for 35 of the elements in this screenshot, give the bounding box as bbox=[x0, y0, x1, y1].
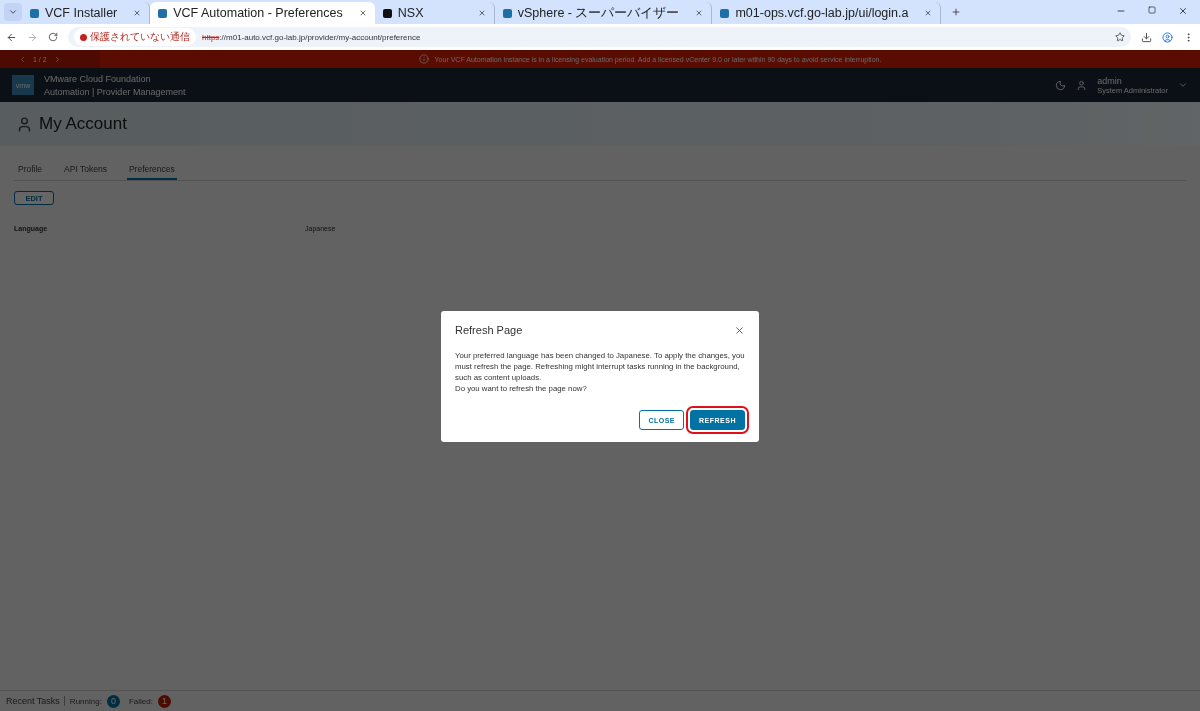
security-chip[interactable]: 保護されていない通信 bbox=[74, 28, 196, 46]
moon-icon[interactable] bbox=[1055, 79, 1067, 91]
page-tab[interactable]: API Tokens bbox=[62, 162, 109, 180]
dialog-title: Refresh Page bbox=[455, 324, 523, 336]
info-icon bbox=[418, 54, 429, 64]
user-name[interactable]: admin bbox=[1097, 75, 1168, 86]
close-icon[interactable] bbox=[924, 9, 933, 17]
chevron-down-icon[interactable] bbox=[8, 7, 18, 17]
address-bar[interactable]: 保護されていない通信 https://m01-auto.vcf.go-lab.jp/provider/my-account/preference bbox=[68, 27, 1131, 47]
back-icon[interactable] bbox=[6, 31, 17, 43]
failed-count[interactable]: 1 bbox=[157, 694, 171, 708]
page-tab[interactable]: Profile bbox=[16, 162, 45, 180]
page-tab[interactable]: Preferences bbox=[126, 162, 177, 180]
close-icon[interactable] bbox=[133, 9, 142, 17]
caret-icon[interactable] bbox=[1178, 80, 1188, 90]
product-title: VMware Cloud Foundation bbox=[44, 73, 152, 84]
bookmark-star-icon[interactable] bbox=[1115, 32, 1125, 42]
reload-icon[interactable] bbox=[48, 32, 58, 42]
product-subtitle: Automation | Provider Management bbox=[44, 86, 186, 97]
running-count[interactable]: 0 bbox=[106, 694, 120, 708]
page-title: My Account bbox=[39, 114, 127, 134]
user-icon bbox=[1076, 79, 1088, 91]
close-icon[interactable] bbox=[358, 9, 367, 17]
close-icon[interactable] bbox=[477, 9, 486, 17]
close-icon[interactable] bbox=[695, 9, 704, 17]
close-icon[interactable] bbox=[1178, 5, 1188, 16]
download-icon[interactable] bbox=[1141, 31, 1152, 43]
maximize-icon[interactable] bbox=[1148, 5, 1156, 14]
close-icon[interactable] bbox=[734, 324, 745, 336]
forward-icon[interactable] bbox=[27, 31, 38, 43]
plus-icon[interactable] bbox=[951, 7, 962, 17]
browser-tab[interactable]: VCF Automation - Preferences bbox=[150, 2, 375, 24]
user-icon bbox=[16, 115, 33, 133]
recent-tasks-title[interactable]: Recent Tasks bbox=[6, 696, 65, 706]
profile-icon[interactable] bbox=[1162, 31, 1173, 43]
